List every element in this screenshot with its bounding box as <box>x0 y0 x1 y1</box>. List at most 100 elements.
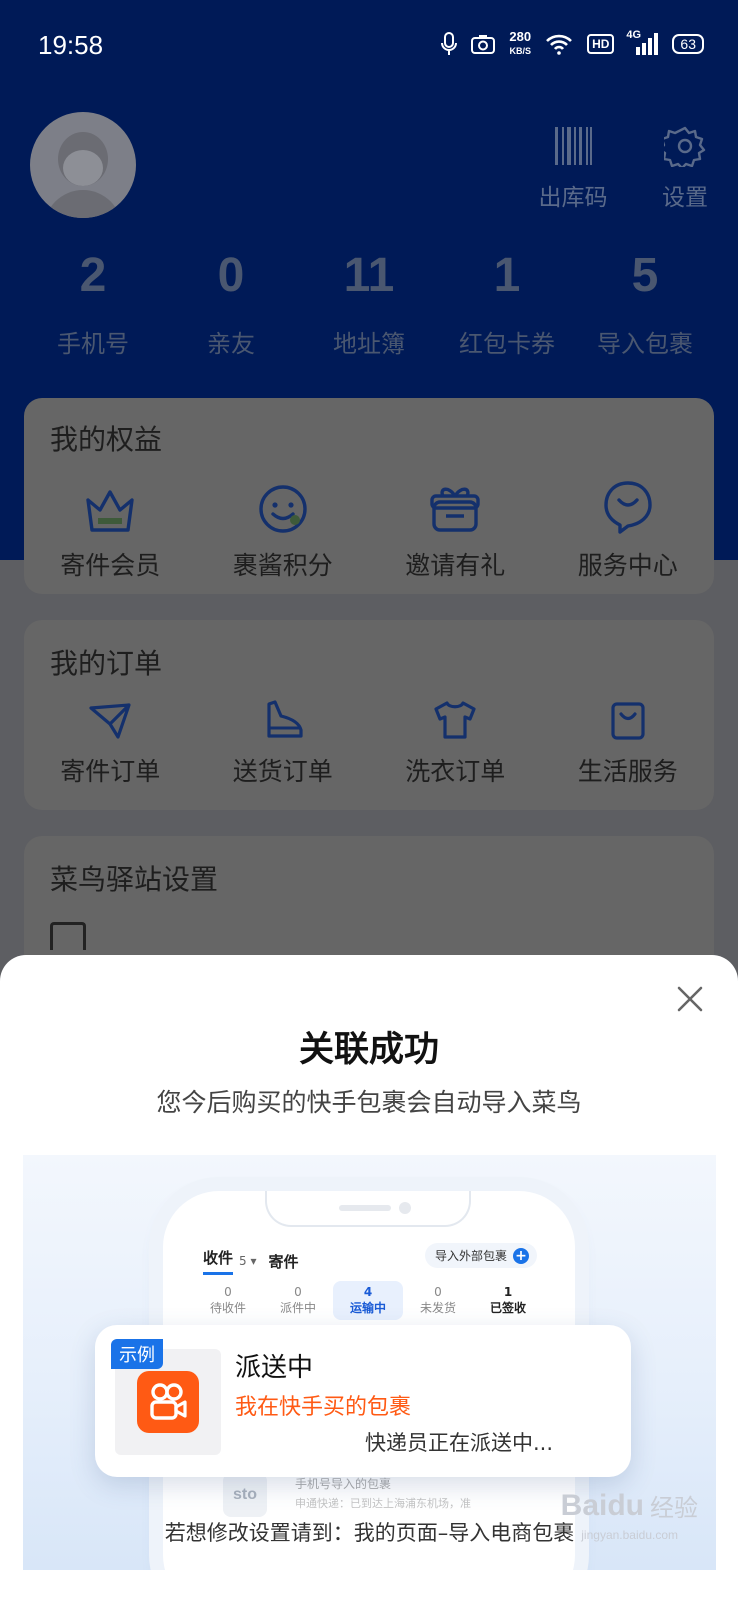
stat-label: 手机号 <box>57 330 129 358</box>
network-type: 4G <box>626 29 642 41</box>
benefit-label: 邀请有礼 <box>405 551 506 580</box>
baidu-watermark: Baidu 经验 <box>561 1488 698 1523</box>
phone-status-count: 0 <box>294 1285 302 1299</box>
stat-coupons[interactable]: 1 红包卡券 <box>438 248 576 359</box>
stat-phone[interactable]: 2 手机号 <box>24 248 162 359</box>
cellular-signal-icon: 4G <box>626 29 659 55</box>
close-button[interactable] <box>676 985 704 1013</box>
gear-icon <box>645 126 725 167</box>
phone-tab-receive-count-value: 5 <box>239 1254 247 1268</box>
phone-import-button: 导入外部包裹 + <box>424 1243 537 1268</box>
camera-icon <box>471 34 496 54</box>
speed-value: 280 <box>509 29 532 44</box>
gift-icon <box>369 478 542 534</box>
phone-status-row: 0 待收件 0 派件中 4 运输中 0 未发货 1 已签收 <box>193 1281 543 1320</box>
barcode-icon <box>533 126 613 166</box>
network-speed: 280 KB/S <box>509 30 531 58</box>
stat-imported-packages[interactable]: 5 导入包裹 <box>576 248 714 359</box>
stat-address-book[interactable]: 11 地址簿 <box>300 248 438 359</box>
benefit-label: 服务中心 <box>577 551 678 580</box>
phone-speaker <box>339 1205 391 1211</box>
paper-plane-icon <box>24 696 197 740</box>
phone-tab-receive: 收件 <box>203 1247 234 1275</box>
smiley-icon <box>197 478 370 534</box>
station-settings-title: 菜鸟驿站设置 <box>50 863 219 896</box>
order-label: 洗衣订单 <box>405 757 506 786</box>
stat-value: 2 <box>79 249 107 302</box>
notice-title: 派送中 <box>235 1353 314 1383</box>
phone-status-label: 派件中 <box>279 1301 316 1315</box>
benefit-points[interactable]: 裹酱积分 <box>197 478 370 582</box>
carrier-logo: sto <box>223 1473 267 1517</box>
phone-status-label: 已签收 <box>489 1301 526 1315</box>
order-life-service[interactable]: 生活服务 <box>542 696 715 788</box>
order-delivery[interactable]: 送货订单 <box>197 696 370 788</box>
phone-status-label: 未发货 <box>419 1301 456 1315</box>
status-icons: 280 KB/S HD 4G 63 <box>441 29 704 58</box>
order-laundry[interactable]: 洗衣订单 <box>369 696 542 788</box>
order-label: 送货订单 <box>232 757 333 786</box>
stat-value: 11 <box>343 249 395 302</box>
avatar-body <box>44 190 122 218</box>
benefit-label: 寄件会员 <box>60 551 161 580</box>
avatar-face <box>63 150 103 186</box>
wifi-icon <box>545 33 573 55</box>
example-tag: 示例 <box>111 1339 163 1369</box>
watermark-suffix: 经验 <box>650 1494 698 1522</box>
stat-label: 导入包裹 <box>597 330 693 358</box>
boot-icon <box>197 696 370 740</box>
sheet-title: 关联成功 <box>298 1030 439 1070</box>
bag-icon <box>542 696 715 740</box>
order-shipping[interactable]: 寄件订单 <box>24 696 197 788</box>
settings-button[interactable]: 设置 <box>645 126 725 212</box>
phone-status-count: 0 <box>224 1285 232 1299</box>
avatar[interactable] <box>30 112 136 218</box>
stats-row: 2 手机号 0 亲友 11 地址簿 1 红包卡券 5 导入包裹 <box>24 248 714 359</box>
stat-value: 1 <box>493 249 521 302</box>
microphone-icon <box>441 32 458 56</box>
orders-title: 我的订单 <box>50 647 163 680</box>
phone-tabs: 收件 5 ▾ 寄件 <box>203 1247 299 1275</box>
phone-status-count: 1 <box>503 1285 513 1299</box>
phone-package-title: 手机号导入的包裹 <box>295 1477 392 1491</box>
phone-import-label: 导入外部包裹 <box>434 1249 507 1263</box>
pickup-code-label: 出库码 <box>538 185 608 211</box>
kuaishou-logo-icon <box>137 1371 199 1433</box>
sheet-subtitle: 您今后购买的快手包裹会自动导入菜鸟 <box>156 1088 582 1117</box>
battery-indicator: 63 <box>672 34 704 54</box>
benefits-card: 我的权益 寄件会员 裹酱积分 邀请有礼 服务中心 <box>24 398 714 594</box>
phone-status-label: 运输中 <box>349 1301 386 1315</box>
phone-tab-receive-label: 收件 <box>203 1249 234 1267</box>
phone-status-item: 1 已签收 <box>473 1281 543 1320</box>
notice-status: 快递员正在派送中... <box>364 1431 553 1455</box>
benefit-label: 裹酱积分 <box>232 551 333 580</box>
phone-status-item: 0 未发货 <box>403 1281 473 1320</box>
benefit-invite[interactable]: 邀请有礼 <box>369 478 542 582</box>
benefit-membership[interactable]: 寄件会员 <box>24 478 197 582</box>
crown-icon <box>24 478 197 534</box>
example-notification: 示例 派送中 我在快手买的包裹 快递员正在派送中... <box>95 1325 631 1477</box>
benefit-service-center[interactable]: 服务中心 <box>542 478 715 582</box>
stat-family[interactable]: 0 亲友 <box>162 248 300 359</box>
phone-status-label: 待收件 <box>209 1301 246 1315</box>
settings-label: 设置 <box>662 185 708 211</box>
orders-grid: 寄件订单 送货订单 洗衣订单 生活服务 <box>24 696 714 788</box>
phone-status-count: 4 <box>363 1285 373 1299</box>
station-settings-icon <box>50 922 86 950</box>
speed-unit: KB/S <box>509 46 531 56</box>
status-bar: 19:58 280 KB/S HD 4G 63 <box>0 0 738 90</box>
notice-package: 我在快手买的包裹 <box>235 1395 412 1420</box>
phone-status-item: 4 运输中 <box>333 1281 403 1320</box>
benefits-title: 我的权益 <box>50 423 163 456</box>
order-label: 生活服务 <box>577 757 678 786</box>
stat-value: 5 <box>631 249 659 302</box>
watermark-brand: Baidu <box>560 1488 644 1522</box>
orders-card: 我的订单 寄件订单 送货订单 洗衣订单 生活服务 <box>24 620 714 810</box>
phone-camera <box>399 1202 411 1214</box>
pickup-code-button[interactable]: 出库码 <box>533 126 613 212</box>
phone-status-count: 0 <box>434 1285 442 1299</box>
phone-status-item: 0 待收件 <box>193 1281 263 1320</box>
order-label: 寄件订单 <box>60 757 161 786</box>
stat-value: 0 <box>217 249 245 302</box>
stat-label: 红包卡券 <box>459 330 555 358</box>
